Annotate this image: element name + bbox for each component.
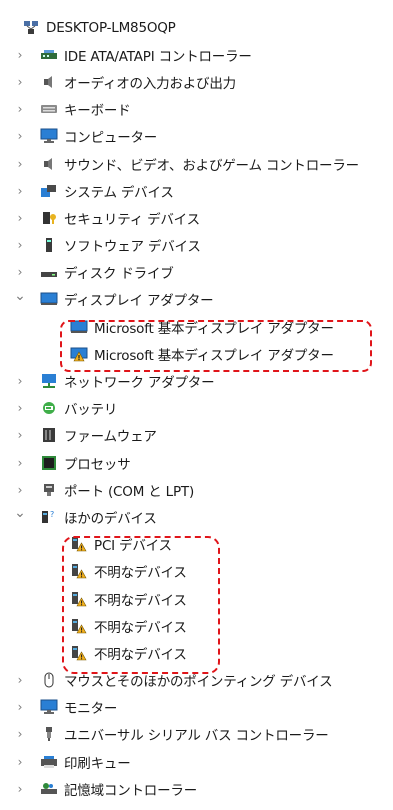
chevron-right-icon[interactable]: › xyxy=(14,755,26,769)
tree-item-label: モニター xyxy=(64,701,118,718)
tree-item-label: IDE ATA/ATAPI コントローラー xyxy=(64,48,252,65)
tree-category-item[interactable]: ⌄ ディスプレイ アダプター xyxy=(0,286,393,313)
tree-item-label: ディスプレイ アダプター xyxy=(64,293,214,310)
port-icon xyxy=(40,482,58,498)
ide-controller-icon xyxy=(40,47,58,63)
chevron-right-icon[interactable]: › xyxy=(14,374,26,388)
tree-item-label: コンピューター xyxy=(64,130,158,147)
tree-category-item[interactable]: › ファームウェア xyxy=(0,422,393,449)
tree-item-label: ディスク ドライブ xyxy=(64,266,174,283)
monitor-icon xyxy=(40,128,58,144)
disk-drive-icon xyxy=(40,264,58,280)
tree-item-label: ユニバーサル シリアル バス コントローラー xyxy=(64,728,329,745)
tree-category-item[interactable]: › コンピューター xyxy=(0,123,393,150)
mouse-icon xyxy=(40,672,58,688)
computer-network-icon xyxy=(22,20,40,36)
chevron-right-icon[interactable]: › xyxy=(14,428,26,442)
tree-category-item[interactable]: › バッテリ xyxy=(0,395,393,422)
tree-category-item[interactable]: › モニター xyxy=(0,694,393,721)
tree-item-label: ポート (COM と LPT) xyxy=(64,483,195,500)
storage-controller-icon xyxy=(40,781,58,797)
highlight-unknown-devices xyxy=(62,536,220,674)
software-device-icon xyxy=(40,237,58,253)
chevron-right-icon[interactable]: › xyxy=(14,129,26,143)
tree-category-item[interactable]: › ディスク ドライブ xyxy=(0,259,393,286)
tree-item-label: 記憶域コントローラー xyxy=(64,782,197,799)
tree-category-item[interactable]: › ユニバーサル シリアル バス コントローラー xyxy=(0,721,393,748)
svg-text:?: ? xyxy=(50,510,54,519)
security-device-icon xyxy=(40,210,58,226)
speaker-icon xyxy=(40,156,58,172)
firmware-icon xyxy=(40,427,58,443)
chevron-right-icon[interactable]: › xyxy=(14,48,26,62)
network-adapter-icon xyxy=(40,373,58,389)
system-device-icon xyxy=(40,183,58,199)
processor-icon xyxy=(40,455,58,471)
chevron-down-icon[interactable]: ⌄ xyxy=(14,505,26,521)
tree-item-label: キーボード xyxy=(64,103,131,120)
device-tree: DESKTOP-LM85OQP › IDE ATA/ATAPI コントローラー › オ… xyxy=(0,14,393,802)
tree-category-item[interactable]: › オーディオの入力および出力 xyxy=(0,68,393,95)
tree-category-item[interactable]: › プロセッサ xyxy=(0,449,393,476)
tree-category-item[interactable]: › キーボード xyxy=(0,96,393,123)
chevron-right-icon[interactable]: › xyxy=(14,673,26,687)
tree-item-label: ネットワーク アダプター xyxy=(64,375,215,392)
highlight-display-adapters xyxy=(60,320,372,372)
chevron-right-icon[interactable]: › xyxy=(14,483,26,497)
tree-category-item[interactable]: › 記憶域コントローラー xyxy=(0,775,393,802)
tree-category-item[interactable]: › ソフトウェア デバイス xyxy=(0,232,393,259)
tree-category-item[interactable]: › IDE ATA/ATAPI コントローラー xyxy=(0,41,393,68)
printer-icon xyxy=(40,754,58,770)
tree-item-label: ソフトウェア デバイス xyxy=(64,239,201,256)
chevron-right-icon[interactable]: › xyxy=(14,102,26,116)
chevron-right-icon[interactable]: › xyxy=(14,265,26,279)
chevron-right-icon[interactable]: › xyxy=(14,782,26,796)
tree-category-item[interactable]: › 印刷キュー xyxy=(0,748,393,775)
chevron-right-icon[interactable]: › xyxy=(14,700,26,714)
tree-category-item[interactable]: › セキュリティ デバイス xyxy=(0,204,393,231)
chevron-right-icon[interactable]: › xyxy=(14,211,26,225)
monitor-icon xyxy=(40,699,58,715)
usb-icon xyxy=(40,726,58,742)
tree-item-label: 印刷キュー xyxy=(64,755,131,772)
tree-category-item[interactable]: ⌄? ほかのデバイス xyxy=(0,503,393,530)
tree-category-item[interactable]: › システム デバイス xyxy=(0,177,393,204)
tree-item-label: バッテリ xyxy=(64,402,118,419)
chevron-right-icon[interactable]: › xyxy=(14,401,26,415)
chevron-right-icon[interactable]: › xyxy=(14,75,26,89)
keyboard-icon xyxy=(40,101,58,117)
tree-root[interactable]: DESKTOP-LM85OQP xyxy=(0,14,393,41)
tree-item-label: プロセッサ xyxy=(64,456,131,473)
chevron-right-icon[interactable]: › xyxy=(14,456,26,470)
tree-item-label: システム デバイス xyxy=(64,184,174,201)
chevron-right-icon[interactable]: › xyxy=(14,157,26,171)
other-devices-icon: ? xyxy=(40,509,58,525)
display-adapter-icon xyxy=(40,291,58,307)
tree-item-label: サウンド、ビデオ、およびゲーム コントローラー xyxy=(64,157,359,174)
chevron-right-icon[interactable]: › xyxy=(14,727,26,741)
tree-category-item[interactable]: › ポート (COM と LPT) xyxy=(0,476,393,503)
speaker-icon xyxy=(40,74,58,90)
chevron-right-icon[interactable]: › xyxy=(14,184,26,198)
tree-item-label: ファームウェア xyxy=(64,429,157,446)
tree-item-label: ほかのデバイス xyxy=(64,510,157,527)
tree-item-label: オーディオの入力および出力 xyxy=(64,75,236,92)
chevron-down-icon[interactable]: ⌄ xyxy=(14,288,26,304)
chevron-right-icon[interactable]: › xyxy=(14,238,26,252)
root-label: DESKTOP-LM85OQP xyxy=(46,19,176,36)
tree-category-item[interactable]: › サウンド、ビデオ、およびゲーム コントローラー xyxy=(0,150,393,177)
battery-icon xyxy=(40,400,58,416)
tree-item-label: セキュリティ デバイス xyxy=(64,211,200,228)
